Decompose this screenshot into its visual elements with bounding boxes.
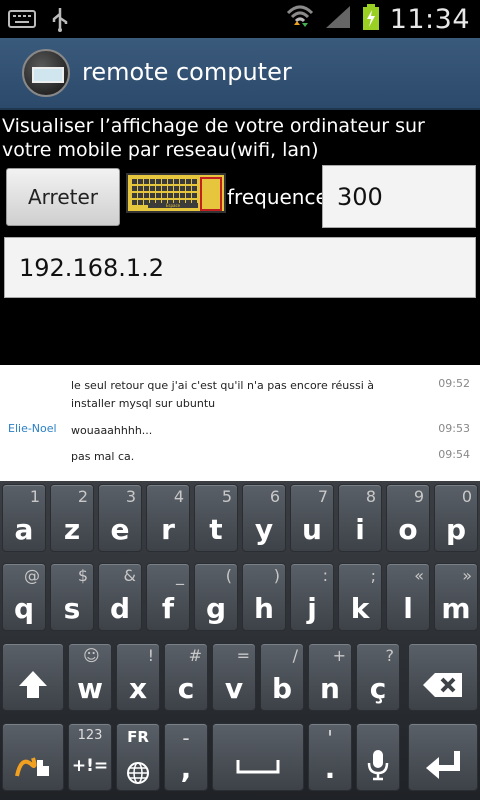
space-key[interactable]: [212, 723, 304, 791]
space-bar-icon: [213, 742, 303, 786]
key-r[interactable]: 4r: [146, 484, 190, 552]
chat-time: 09:52: [438, 377, 470, 390]
status-bar: 11:34: [0, 0, 480, 38]
chat-sender: Elie-Noel: [8, 422, 57, 435]
key-s[interactable]: $ s: [50, 563, 94, 631]
chat-message: pas mal ca.: [71, 450, 135, 463]
key-i[interactable]: 8i: [338, 484, 382, 552]
action-bar: remote computer: [0, 38, 480, 110]
key-k[interactable]: ; k: [338, 563, 382, 631]
chat-time: 09:54: [438, 448, 470, 461]
period-key[interactable]: ' .: [308, 723, 352, 791]
chat-message: wouaaahhhh...: [71, 424, 153, 437]
clock: 11:34: [389, 3, 470, 35]
key-g[interactable]: (g: [194, 563, 238, 631]
key-m[interactable]: » m: [434, 563, 478, 631]
key-q[interactable]: @ q: [2, 563, 46, 631]
frequency-input[interactable]: 300: [322, 165, 476, 228]
stop-button[interactable]: Arreter: [6, 168, 120, 226]
microphone-key[interactable]: [356, 723, 400, 791]
remote-computer-icon[interactable]: [22, 49, 70, 97]
signal-icon: [324, 4, 352, 34]
symbols-key[interactable]: 123 +!=: [68, 723, 112, 791]
key-c-cedilla[interactable]: ? ç: [356, 643, 400, 711]
remote-screen-view[interactable]: le seul retour que j'ai c'est qu'il n'a …: [0, 365, 480, 481]
microphone-icon: [357, 742, 399, 790]
key-z[interactable]: 2z: [50, 484, 94, 552]
shift-key[interactable]: [2, 643, 64, 711]
swype-hand-icon: [3, 742, 63, 794]
shift-arrow-icon: [3, 662, 63, 710]
key-p[interactable]: 0p: [434, 484, 478, 552]
key-n[interactable]: + n: [308, 643, 352, 711]
key-o[interactable]: 9o: [386, 484, 430, 552]
key-l[interactable]: «l: [386, 563, 430, 631]
ip-address-input[interactable]: 192.168.1.2: [4, 237, 476, 298]
key-f[interactable]: _ f: [146, 563, 190, 631]
enter-key[interactable]: [408, 723, 478, 791]
language-key[interactable]: FR: [116, 723, 160, 791]
app-title: remote computer: [82, 58, 292, 86]
battery-charging-icon: [362, 3, 380, 35]
soft-keyboard: 1a 2z 3e 4r 5t 6y 7u 8i 9o 0p @ q $ s & d _…: [0, 481, 480, 800]
enter-icon: [409, 742, 477, 790]
description-text: Visualiser l’affichage de votre ordinate…: [2, 115, 425, 161]
keyboard-icon: [8, 9, 36, 33]
key-a[interactable]: 1a: [2, 484, 46, 552]
frequency-label: frequence: [227, 185, 328, 209]
key-u[interactable]: 7u: [290, 484, 334, 552]
key-t[interactable]: 5t: [194, 484, 238, 552]
key-b[interactable]: / b: [260, 643, 304, 711]
backspace-icon: [409, 662, 477, 708]
usb-icon: [50, 6, 70, 36]
key-j[interactable]: :j: [290, 563, 334, 631]
key-x[interactable]: ! x: [116, 643, 160, 711]
key-w[interactable]: ☺ w: [68, 643, 112, 711]
key-v[interactable]: = v: [212, 643, 256, 711]
wifi-icon: [286, 3, 314, 35]
keyboard-image-numpad: [200, 177, 222, 211]
chat-message: le seul retour que j'ai c'est qu'il n'a …: [71, 379, 375, 410]
key-e[interactable]: 3e: [98, 484, 142, 552]
key-c[interactable]: # c: [164, 643, 208, 711]
keyboard-image-space: Espace: [148, 203, 198, 208]
comma-key[interactable]: - ,: [164, 723, 208, 791]
chat-time: 09:53: [438, 422, 470, 435]
keyboard-image-button[interactable]: Espace: [126, 173, 226, 213]
key-d[interactable]: & d: [98, 563, 142, 631]
key-h[interactable]: ) h: [242, 563, 286, 631]
key-y[interactable]: 6y: [242, 484, 286, 552]
swype-key[interactable]: [2, 723, 64, 791]
globe-icon: [117, 758, 159, 793]
backspace-key[interactable]: [408, 643, 478, 711]
